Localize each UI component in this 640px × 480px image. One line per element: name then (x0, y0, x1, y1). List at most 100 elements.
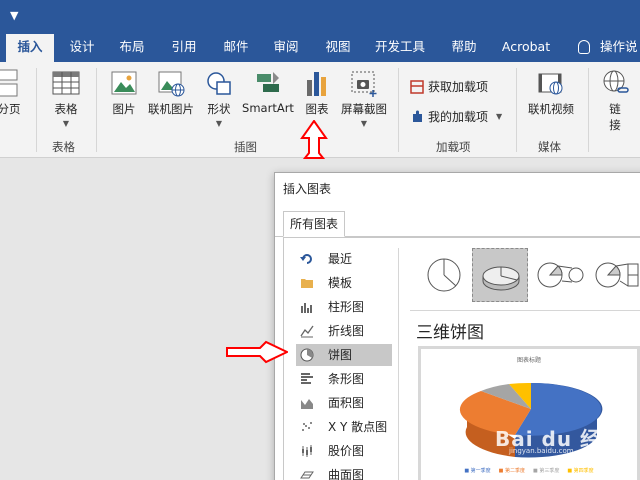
tab-layout[interactable]: 布局 (112, 34, 152, 62)
screenshot-button[interactable]: 屏幕截图 ▼ (338, 68, 390, 128)
shapes-icon (207, 72, 231, 95)
category-label: 最近 (328, 252, 353, 266)
title-bar: ▼ (0, 0, 640, 34)
insert-chart-dialog: 插入图表 所有图表 最近 模板 柱形图 折线图 饼图 条形图 面积图 X Y 散… (274, 172, 640, 480)
lightbulb-icon[interactable] (578, 40, 590, 54)
table-button[interactable]: 表格 ▼ (46, 68, 86, 128)
tab-all-charts[interactable]: 所有图表 (283, 211, 346, 237)
category-label: X Y 散点图 (328, 420, 388, 434)
category-label: 条形图 (328, 372, 365, 386)
picture-icon (111, 71, 137, 95)
link-button[interactable]: 链 接 (598, 68, 632, 133)
subtype-title: 三维饼图 (416, 323, 484, 343)
get-addins-button[interactable]: 获取加载项 (410, 78, 488, 95)
category-divider (398, 248, 399, 480)
subtype-bar-of-pie[interactable] (590, 248, 640, 302)
chart-label: 图表 (305, 102, 329, 116)
ribbon-separator (398, 68, 399, 152)
category-stock[interactable]: 股价图 (296, 440, 392, 462)
area-chart-icon (301, 399, 313, 409)
bar-of-pie-subtype-icon (595, 262, 639, 288)
pie-of-pie-subtype-icon (537, 262, 584, 288)
category-templates[interactable]: 模板 (296, 272, 392, 294)
surface-chart-icon (300, 471, 314, 479)
category-pie[interactable]: 饼图 (296, 344, 392, 366)
table-label: 表格 (54, 102, 78, 116)
online-picture-icon (158, 71, 185, 97)
recent-icon (300, 254, 312, 264)
table-icon (52, 71, 80, 95)
tab-developer[interactable]: 开发工具 (370, 34, 430, 62)
category-label: 折线图 (328, 324, 365, 338)
preview-legend: 第一季度 第二季度 第三季度 第四季度 (421, 467, 637, 474)
page-break-button[interactable]: 分页 (0, 68, 24, 117)
tab-mailings[interactable]: 邮件 (216, 34, 256, 62)
online-video-label: 联机视频 (528, 102, 574, 116)
preview-chart-title: 图表标题 (516, 357, 541, 364)
pie-chart-icon (300, 348, 314, 362)
category-surface[interactable]: 曲面图 (296, 464, 392, 480)
category-label: 饼图 (328, 348, 353, 362)
category-label: 股价图 (328, 444, 365, 458)
online-picture-button[interactable]: 联机图片 (146, 68, 196, 117)
get-addins-label: 获取加载项 (428, 80, 489, 94)
tab-acrobat[interactable]: Acrobat (498, 34, 554, 62)
tab-insert[interactable]: 插入 (6, 34, 54, 62)
group-label-addins: 加载项 (436, 140, 471, 154)
legend-item: 第一季度 (464, 467, 491, 474)
scatter-chart-icon (302, 422, 312, 431)
link-globe-icon (603, 70, 629, 93)
category-scatter[interactable]: X Y 散点图 (296, 416, 392, 438)
tab-view[interactable]: 视图 (318, 34, 358, 62)
screenshot-icon (351, 71, 377, 97)
category-line[interactable]: 折线图 (296, 320, 392, 342)
category-bar[interactable]: 条形图 (296, 368, 392, 390)
ribbon-tab-bar: 插入 设计 布局 引用 邮件 审阅 视图 开发工具 帮助 Acrobat 操作说 (0, 34, 640, 62)
tab-tell-me[interactable]: 操作说 (600, 34, 640, 62)
picture-label: 图片 (112, 102, 136, 116)
category-label: 面积图 (328, 396, 365, 410)
tab-help[interactable]: 帮助 (444, 34, 484, 62)
smartart-button[interactable]: SmartArt (240, 68, 296, 115)
group-label-tables: 表格 (52, 140, 75, 154)
shapes-button[interactable]: 形状 ▼ (202, 68, 236, 128)
link-label-line2: 接 (609, 118, 621, 132)
category-label: 曲面图 (328, 468, 365, 480)
subtype-pie[interactable] (416, 248, 472, 302)
store-icon (410, 79, 424, 94)
screenshot-label: 屏幕截图 (341, 102, 387, 116)
category-label: 模板 (328, 276, 353, 290)
shapes-label: 形状 (207, 102, 231, 116)
dialog-title: 插入图表 (283, 182, 332, 196)
tab-design[interactable]: 设计 (62, 34, 102, 62)
tab-references[interactable]: 引用 (164, 34, 204, 62)
tab-review[interactable]: 审阅 (266, 34, 306, 62)
stock-chart-icon (302, 445, 312, 457)
ribbon-separator (588, 68, 589, 152)
subtype-divider (410, 310, 640, 311)
smartart-icon (257, 72, 279, 92)
my-addins-label: 我的加载项 (428, 110, 489, 124)
annotation-arrow-up (300, 120, 328, 159)
picture-button[interactable]: 图片 (104, 68, 144, 117)
chevron-down-icon: ▼ (496, 112, 503, 121)
smartart-label: SmartArt (242, 101, 294, 115)
online-video-button[interactable]: 联机视频 (524, 68, 578, 117)
category-label: 柱形图 (328, 300, 365, 314)
quick-access-dropdown-icon[interactable]: ▼ (10, 9, 18, 22)
category-recent[interactable]: 最近 (296, 248, 392, 270)
pie-subtype-icon (427, 258, 461, 292)
chart-button[interactable]: 图表 (302, 68, 332, 117)
subtype-pie-of-pie[interactable] (532, 248, 588, 302)
legend-item: 第二季度 (499, 467, 525, 474)
ribbon-separator (96, 68, 97, 152)
category-area[interactable]: 面积图 (296, 392, 392, 414)
subtype-3d-pie[interactable] (472, 248, 528, 302)
chart-preview: 图表标题 Bai du 经验 jingyan.baidu.com 第一季度 第二… (418, 346, 640, 480)
chevron-down-icon: ▼ (360, 119, 368, 128)
group-label-media: 媒体 (538, 140, 561, 154)
bar-chart-icon (301, 373, 313, 384)
line-chart-icon (300, 325, 314, 338)
my-addins-button[interactable]: 我的加载项 ▼ (410, 108, 502, 125)
category-column[interactable]: 柱形图 (296, 296, 392, 318)
